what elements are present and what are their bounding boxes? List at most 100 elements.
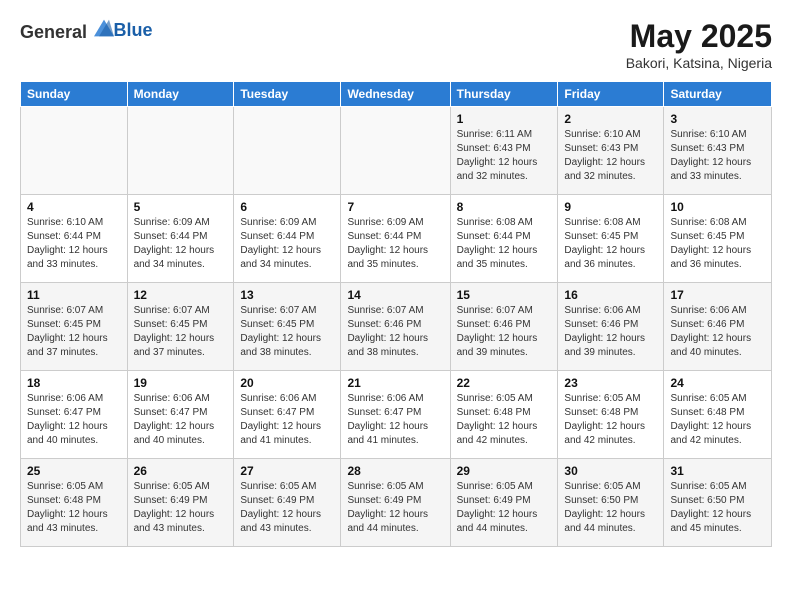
calendar-week-4: 18 Sunrise: 6:06 AM Sunset: 6:47 PM Dayli…: [21, 371, 772, 459]
calendar-cell: 25 Sunrise: 6:05 AM Sunset: 6:48 PM Dayli…: [21, 459, 128, 547]
day-number: 23: [564, 376, 657, 390]
day-number: 19: [134, 376, 228, 390]
calendar-cell: 21 Sunrise: 6:06 AM Sunset: 6:47 PM Dayli…: [341, 371, 450, 459]
calendar-cell: 4 Sunrise: 6:10 AM Sunset: 6:44 PM Daylig…: [21, 195, 128, 283]
day-number: 18: [27, 376, 121, 390]
logo: General Blue: [20, 18, 153, 43]
calendar-cell: [21, 107, 128, 195]
calendar-week-5: 25 Sunrise: 6:05 AM Sunset: 6:48 PM Dayli…: [21, 459, 772, 547]
calendar-cell: 29 Sunrise: 6:05 AM Sunset: 6:49 PM Dayli…: [450, 459, 558, 547]
logo-icon: [94, 18, 114, 38]
day-number: 2: [564, 112, 657, 126]
calendar-cell: 14 Sunrise: 6:07 AM Sunset: 6:46 PM Dayli…: [341, 283, 450, 371]
subtitle: Bakori, Katsina, Nigeria: [626, 55, 772, 71]
day-info: Sunrise: 6:08 AM Sunset: 6:45 PM Dayligh…: [670, 216, 765, 272]
day-number: 11: [27, 288, 121, 302]
day-info: Sunrise: 6:05 AM Sunset: 6:50 PM Dayligh…: [564, 480, 657, 536]
day-info: Sunrise: 6:05 AM Sunset: 6:48 PM Dayligh…: [670, 392, 765, 448]
page: General Blue May 2025 Bakori, Katsina, N…: [0, 0, 792, 612]
day-number: 28: [347, 464, 443, 478]
calendar-cell: [127, 107, 234, 195]
main-title: May 2025: [626, 18, 772, 55]
day-info: Sunrise: 6:06 AM Sunset: 6:46 PM Dayligh…: [670, 304, 765, 360]
day-info: Sunrise: 6:05 AM Sunset: 6:50 PM Dayligh…: [670, 480, 765, 536]
day-number: 15: [457, 288, 552, 302]
day-number: 27: [240, 464, 334, 478]
calendar-cell: 1Sunrise: 6:11 AM Sunset: 6:43 PM Daylig…: [450, 107, 558, 195]
calendar-cell: 31Sunrise: 6:05 AM Sunset: 6:50 PM Dayli…: [664, 459, 772, 547]
day-info: Sunrise: 6:07 AM Sunset: 6:45 PM Dayligh…: [134, 304, 228, 360]
calendar-cell: 27 Sunrise: 6:05 AM Sunset: 6:49 PM Dayli…: [234, 459, 341, 547]
day-number: 6: [240, 200, 334, 214]
day-number: 12: [134, 288, 228, 302]
calendar-cell: 15 Sunrise: 6:07 AM Sunset: 6:46 PM Dayli…: [450, 283, 558, 371]
day-info: Sunrise: 6:05 AM Sunset: 6:49 PM Dayligh…: [347, 480, 443, 536]
day-info: Sunrise: 6:05 AM Sunset: 6:48 PM Dayligh…: [457, 392, 552, 448]
day-info: Sunrise: 6:09 AM Sunset: 6:44 PM Dayligh…: [134, 216, 228, 272]
calendar-cell: 11 Sunrise: 6:07 AM Sunset: 6:45 PM Dayli…: [21, 283, 128, 371]
calendar-week-2: 4 Sunrise: 6:10 AM Sunset: 6:44 PM Daylig…: [21, 195, 772, 283]
day-number: 9: [564, 200, 657, 214]
day-info: Sunrise: 6:06 AM Sunset: 6:46 PM Dayligh…: [564, 304, 657, 360]
calendar-header-friday: Friday: [558, 82, 664, 107]
day-number: 20: [240, 376, 334, 390]
calendar-header-row: SundayMondayTuesdayWednesdayThursdayFrid…: [21, 82, 772, 107]
day-info: Sunrise: 6:06 AM Sunset: 6:47 PM Dayligh…: [27, 392, 121, 448]
day-number: 21: [347, 376, 443, 390]
day-number: 22: [457, 376, 552, 390]
day-number: 8: [457, 200, 552, 214]
logo-blue-text: Blue: [114, 20, 153, 40]
calendar-cell: 23Sunrise: 6:05 AM Sunset: 6:48 PM Dayli…: [558, 371, 664, 459]
calendar-cell: 24Sunrise: 6:05 AM Sunset: 6:48 PM Dayli…: [664, 371, 772, 459]
calendar-cell: 10Sunrise: 6:08 AM Sunset: 6:45 PM Dayli…: [664, 195, 772, 283]
day-number: 7: [347, 200, 443, 214]
day-info: Sunrise: 6:07 AM Sunset: 6:46 PM Dayligh…: [457, 304, 552, 360]
calendar-header-thursday: Thursday: [450, 82, 558, 107]
day-info: Sunrise: 6:08 AM Sunset: 6:45 PM Dayligh…: [564, 216, 657, 272]
day-info: Sunrise: 6:06 AM Sunset: 6:47 PM Dayligh…: [347, 392, 443, 448]
day-info: Sunrise: 6:09 AM Sunset: 6:44 PM Dayligh…: [347, 216, 443, 272]
calendar-cell: [341, 107, 450, 195]
calendar-cell: 28 Sunrise: 6:05 AM Sunset: 6:49 PM Dayli…: [341, 459, 450, 547]
calendar-cell: 9 Sunrise: 6:08 AM Sunset: 6:45 PM Daylig…: [558, 195, 664, 283]
calendar-cell: [234, 107, 341, 195]
day-info: Sunrise: 6:05 AM Sunset: 6:49 PM Dayligh…: [457, 480, 552, 536]
day-number: 16: [564, 288, 657, 302]
calendar-header-monday: Monday: [127, 82, 234, 107]
day-info: Sunrise: 6:07 AM Sunset: 6:46 PM Dayligh…: [347, 304, 443, 360]
day-number: 30: [564, 464, 657, 478]
day-info: Sunrise: 6:10 AM Sunset: 6:43 PM Dayligh…: [670, 128, 765, 184]
calendar-cell: 3 Sunrise: 6:10 AM Sunset: 6:43 PM Daylig…: [664, 107, 772, 195]
day-info: Sunrise: 6:05 AM Sunset: 6:49 PM Dayligh…: [134, 480, 228, 536]
day-info: Sunrise: 6:11 AM Sunset: 6:43 PM Dayligh…: [457, 128, 552, 184]
day-info: Sunrise: 6:05 AM Sunset: 6:49 PM Dayligh…: [240, 480, 334, 536]
day-number: 4: [27, 200, 121, 214]
day-info: Sunrise: 6:10 AM Sunset: 6:44 PM Dayligh…: [27, 216, 121, 272]
day-info: Sunrise: 6:08 AM Sunset: 6:44 PM Dayligh…: [457, 216, 552, 272]
day-info: Sunrise: 6:09 AM Sunset: 6:44 PM Dayligh…: [240, 216, 334, 272]
calendar-cell: 6 Sunrise: 6:09 AM Sunset: 6:44 PM Daylig…: [234, 195, 341, 283]
calendar-cell: 5Sunrise: 6:09 AM Sunset: 6:44 PM Daylig…: [127, 195, 234, 283]
day-number: 14: [347, 288, 443, 302]
day-number: 3: [670, 112, 765, 126]
calendar-cell: 12 Sunrise: 6:07 AM Sunset: 6:45 PM Dayli…: [127, 283, 234, 371]
day-number: 25: [27, 464, 121, 478]
calendar-cell: 18 Sunrise: 6:06 AM Sunset: 6:47 PM Dayli…: [21, 371, 128, 459]
calendar-header-tuesday: Tuesday: [234, 82, 341, 107]
day-number: 29: [457, 464, 552, 478]
day-info: Sunrise: 6:07 AM Sunset: 6:45 PM Dayligh…: [27, 304, 121, 360]
calendar-cell: 26 Sunrise: 6:05 AM Sunset: 6:49 PM Dayli…: [127, 459, 234, 547]
day-info: Sunrise: 6:10 AM Sunset: 6:43 PM Dayligh…: [564, 128, 657, 184]
calendar-week-1: 1Sunrise: 6:11 AM Sunset: 6:43 PM Daylig…: [21, 107, 772, 195]
day-info: Sunrise: 6:07 AM Sunset: 6:45 PM Dayligh…: [240, 304, 334, 360]
day-info: Sunrise: 6:05 AM Sunset: 6:48 PM Dayligh…: [27, 480, 121, 536]
calendar-header-wednesday: Wednesday: [341, 82, 450, 107]
calendar-cell: 20Sunrise: 6:06 AM Sunset: 6:47 PM Dayli…: [234, 371, 341, 459]
calendar-cell: 30 Sunrise: 6:05 AM Sunset: 6:50 PM Dayli…: [558, 459, 664, 547]
calendar-cell: 7 Sunrise: 6:09 AM Sunset: 6:44 PM Daylig…: [341, 195, 450, 283]
calendar-cell: 22 Sunrise: 6:05 AM Sunset: 6:48 PM Dayli…: [450, 371, 558, 459]
calendar-header-sunday: Sunday: [21, 82, 128, 107]
day-number: 17: [670, 288, 765, 302]
calendar-table: SundayMondayTuesdayWednesdayThursdayFrid…: [20, 81, 772, 547]
day-number: 26: [134, 464, 228, 478]
